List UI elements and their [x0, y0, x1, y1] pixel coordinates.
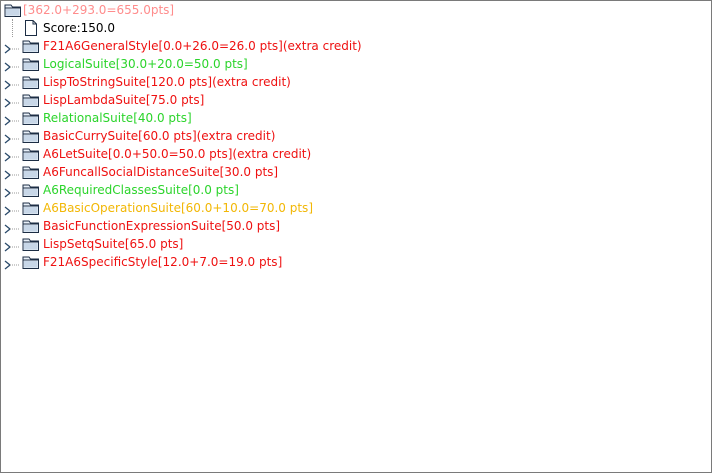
tree-panel: [362.0+293.0=655.0pts] Score:150.0 F21A6Ge…	[0, 0, 712, 473]
suite-label: A6BasicOperationSuite[60.0+10.0=70.0 pts…	[43, 201, 313, 215]
tree-suite-node[interactable]: F21A6SpecificStyle[12.0+7.0=19.0 pts]	[1, 253, 701, 271]
folder-icon	[22, 218, 40, 234]
tree-suite-node[interactable]: LispToStringSuite[120.0 pts](extra credi…	[1, 73, 701, 91]
expand-handle-icon[interactable]	[4, 202, 20, 216]
tree-score-node[interactable]: Score:150.0	[1, 19, 701, 37]
folder-icon	[22, 56, 40, 72]
expand-handle-icon[interactable]	[4, 166, 20, 180]
tree-suite-node[interactable]: A6LetSuite[0.0+50.0=50.0 pts](extra cred…	[1, 145, 701, 163]
tree-suite-node[interactable]: A6BasicOperationSuite[60.0+10.0=70.0 pts…	[1, 199, 701, 217]
score-label: Score:150.0	[43, 21, 116, 35]
expand-handle-icon[interactable]	[4, 40, 20, 54]
folder-icon	[22, 110, 40, 126]
suite-label: LispToStringSuite[120.0 pts](extra credi…	[43, 75, 291, 89]
suite-label: A6LetSuite[0.0+50.0=50.0 pts](extra cred…	[43, 147, 312, 161]
folder-icon	[22, 254, 40, 270]
suite-label: F21A6SpecificStyle[12.0+7.0=19.0 pts]	[43, 255, 283, 269]
tree-suite-node[interactable]: LogicalSuite[30.0+20.0=50.0 pts]	[1, 55, 701, 73]
suite-label: A6RequiredClassesSuite[0.0 pts]	[43, 183, 239, 197]
suite-label: LispSetqSuite[65.0 pts]	[43, 237, 184, 251]
suite-label: RelationalSuite[40.0 pts]	[43, 111, 192, 125]
folder-icon	[22, 38, 40, 54]
tree-suite-node[interactable]: LispLambdaSuite[75.0 pts]	[1, 91, 701, 109]
suite-label: BasicFunctionExpressionSuite[50.0 pts]	[43, 219, 281, 233]
folder-icon	[22, 182, 40, 198]
expand-handle-icon[interactable]	[4, 94, 20, 108]
folder-icon	[22, 92, 40, 108]
tree-suite-node[interactable]: BasicCurrySuite[60.0 pts](extra credit)	[1, 127, 701, 145]
folder-icon	[4, 2, 22, 18]
expand-handle-icon[interactable]	[4, 184, 20, 198]
folder-icon	[22, 200, 40, 216]
folder-icon	[22, 74, 40, 90]
expand-handle-icon[interactable]	[4, 238, 20, 252]
expand-handle-icon[interactable]	[4, 76, 20, 90]
tree-suite-node[interactable]: F21A6GeneralStyle[0.0+26.0=26.0 pts](ext…	[1, 37, 701, 55]
expand-handle-icon[interactable]	[4, 220, 20, 234]
suite-label: LispLambdaSuite[75.0 pts]	[43, 93, 205, 107]
tree-suite-node[interactable]: A6RequiredClassesSuite[0.0 pts]	[1, 181, 701, 199]
expand-handle-icon[interactable]	[4, 130, 20, 144]
tree-suite-node[interactable]: BasicFunctionExpressionSuite[50.0 pts]	[1, 217, 701, 235]
tree-suite-node[interactable]: A6FuncallSocialDistanceSuite[30.0 pts]	[1, 163, 701, 181]
suite-label: LogicalSuite[30.0+20.0=50.0 pts]	[43, 57, 248, 71]
expand-handle-icon[interactable]	[4, 58, 20, 72]
expand-handle-icon[interactable]	[4, 148, 20, 162]
suite-label: A6FuncallSocialDistanceSuite[30.0 pts]	[43, 165, 279, 179]
suite-label: BasicCurrySuite[60.0 pts](extra credit)	[43, 129, 276, 143]
folder-icon	[22, 164, 40, 180]
tree-root-node[interactable]: [362.0+293.0=655.0pts]	[1, 1, 701, 19]
folder-icon	[22, 236, 40, 252]
suite-label: F21A6GeneralStyle[0.0+26.0=26.0 pts](ext…	[43, 39, 362, 53]
folder-icon	[22, 128, 40, 144]
tree-suite-node[interactable]: RelationalSuite[40.0 pts]	[1, 109, 701, 127]
expand-handle-icon[interactable]	[4, 112, 20, 126]
tree-suite-node[interactable]: LispSetqSuite[65.0 pts]	[1, 235, 701, 253]
folder-icon	[22, 146, 40, 162]
document-icon	[24, 20, 38, 36]
expand-handle-icon[interactable]	[4, 256, 20, 270]
root-score-label: [362.0+293.0=655.0pts]	[23, 3, 175, 17]
